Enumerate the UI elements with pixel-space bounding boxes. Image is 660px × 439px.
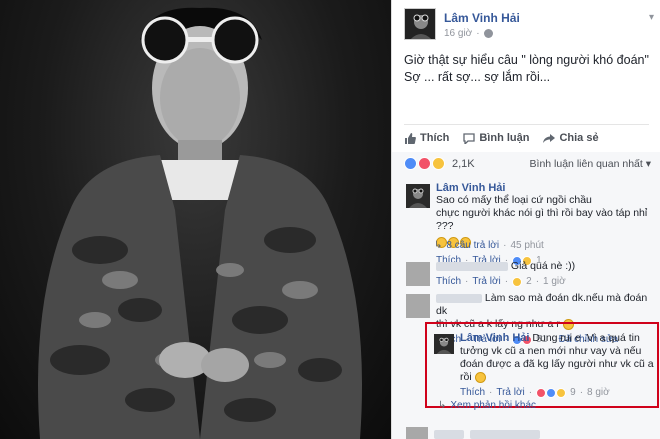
replies-count: 8 câu trả lời: [446, 240, 500, 251]
like-button[interactable]: Thích: [404, 129, 449, 147]
post-time[interactable]: 16 giờ: [444, 28, 472, 39]
comment-text-line: Sao có mấy thể loại cứ ngồi chầu: [436, 194, 592, 206]
share-button[interactable]: Chia sẻ: [543, 129, 599, 147]
like-reaction-icon: [546, 387, 557, 398]
reply-text-line: rồi: [460, 371, 472, 383]
haha-reaction-icon: [556, 387, 567, 398]
comment-avatar[interactable]: [406, 262, 430, 286]
post-text: Giờ thật sự hiểu câu " lòng người khó đo…: [404, 52, 649, 86]
like-reaction-icon: [404, 157, 417, 170]
reply-avatar[interactable]: [434, 334, 454, 354]
comment-text-line: chực người khác nói gì thì rồi bay vào t…: [436, 207, 648, 232]
reply-text-line: tưởng vk cũ a nen mới như vay và nếu: [460, 345, 642, 357]
comment-author[interactable]: Lâm Vinh Hải: [436, 182, 658, 194]
reply-author[interactable]: Lâm Vinh Hải: [460, 332, 529, 344]
haha-reaction-icon: [512, 276, 523, 287]
comment-reaction-count: 2: [526, 276, 532, 287]
author-avatar[interactable]: [404, 8, 436, 40]
comment-like-link[interactable]: Thích: [436, 276, 461, 287]
comment-text: Giả quá nè :)): [510, 260, 576, 272]
reply-time: 8 giờ: [587, 387, 610, 398]
portrait-illustration: [38, 7, 362, 439]
comment-sort-dropdown[interactable]: Bình luận liên quan nhất ▾: [530, 158, 651, 170]
thumbs-up-icon: [405, 132, 416, 144]
haha-reaction-icon: [432, 157, 445, 170]
reply-text-line: Dung rui e .Vì a quá tin: [532, 332, 640, 344]
like-label: Thích: [420, 132, 450, 144]
chevron-down-icon[interactable]: ▾: [649, 12, 654, 23]
comment-reply-link[interactable]: Trả lời: [472, 276, 500, 287]
globe-icon: [483, 29, 493, 38]
reply-like-link[interactable]: Thích: [460, 387, 485, 398]
post-photo[interactable]: [0, 0, 391, 439]
next-comment-partial: [406, 427, 540, 439]
reaction-count: 2,1K: [452, 157, 475, 170]
reply-reply-link[interactable]: Trả lời: [496, 387, 524, 398]
redacted-name: [436, 293, 482, 303]
comment-avatar[interactable]: [406, 294, 430, 318]
share-icon: [543, 133, 556, 143]
redacted-name: [436, 261, 508, 271]
post-text-line: Giờ thật sự hiểu câu " lòng người khó đo…: [404, 53, 649, 67]
view-replies-link[interactable]: ↳ 8 câu trả lời · 45 phút: [434, 240, 544, 251]
reply-arrow-icon: ↳: [434, 240, 443, 251]
more-replies-label: Xem phản hồi khác: [450, 400, 537, 411]
sort-label: Bình luận liên quan nhất: [529, 158, 643, 170]
smirk-emoji-icon: [474, 371, 486, 383]
post-text-line: Sợ ... rất sợ... sợ lắm rồi...: [404, 70, 551, 84]
comment-button[interactable]: Bình luận: [463, 129, 529, 147]
comment-label: Bình luận: [479, 132, 530, 144]
post-author[interactable]: Lâm Vinh Hải: [444, 11, 520, 25]
post-time-row: 16 giờ ·: [444, 28, 493, 39]
redacted-name: [470, 429, 540, 439]
comments-section: 2,1K Bình luận liên quan nhất ▾ Lâm Vinh…: [392, 152, 660, 439]
post-actions: Thích Bình luận Chia sẻ: [404, 129, 649, 147]
reply-reaction-count: 9: [570, 387, 576, 398]
reaction-summary[interactable]: 2,1K: [404, 157, 475, 170]
comment-time: 1 giờ: [543, 276, 566, 287]
comment-avatar[interactable]: [406, 427, 428, 439]
replies-time: 45 phút: [510, 240, 544, 251]
comment-meta: Thích · Trả lời · 2 · 1 giờ: [436, 276, 566, 287]
reply-text-line: đoán được a đã kg lấy người như vk cũ a: [460, 358, 654, 370]
post-panel: Lâm Vinh Hải 16 giờ · ▾ Giờ thật sự hiểu…: [391, 0, 660, 439]
love-reaction-icon: [536, 387, 547, 398]
reply-meta: Thích · Trả lời · 9 · 8 giờ: [460, 387, 610, 398]
comment-icon: [463, 132, 475, 144]
share-label: Chia sẻ: [559, 132, 599, 144]
comment-avatar[interactable]: [406, 184, 430, 208]
redacted-name: [434, 429, 464, 439]
reply-arrow-icon: ↳: [438, 400, 447, 411]
divider: [404, 124, 649, 125]
love-reaction-icon: [418, 157, 431, 170]
post-header: Lâm Vinh Hải 16 giờ · ▾: [404, 8, 654, 42]
more-replies-link[interactable]: ↳ Xem phản hồi khác: [438, 400, 536, 411]
